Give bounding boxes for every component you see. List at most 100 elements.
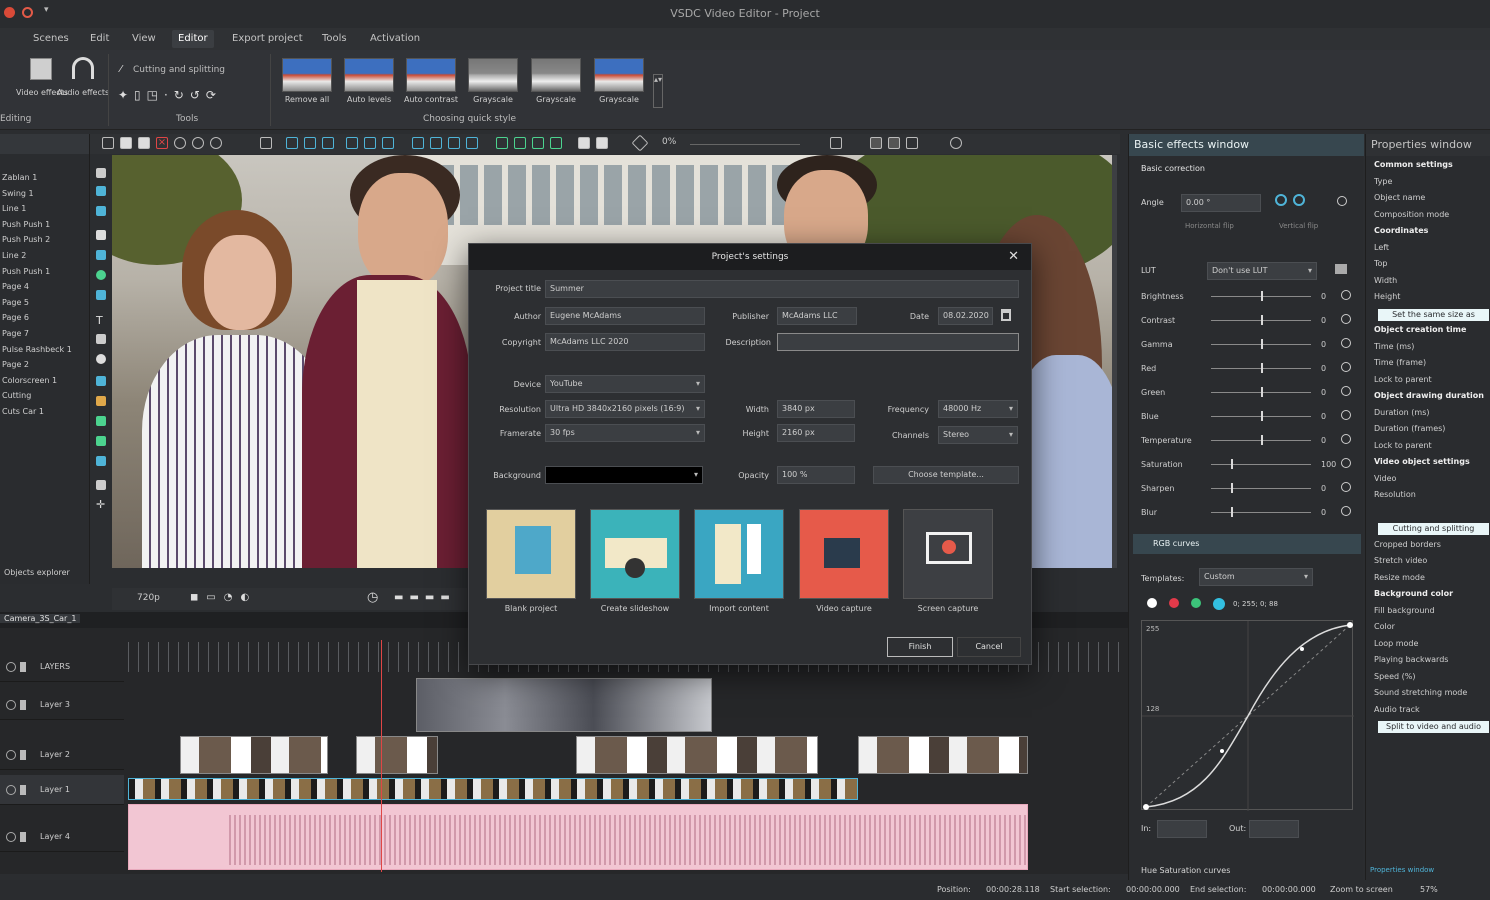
track-layer-4[interactable]: Layer 4 [0, 822, 124, 852]
object-item[interactable]: Pulse Rashbeck 1 [0, 342, 89, 358]
object-item[interactable]: Zablan 1 [0, 170, 89, 186]
property-section[interactable]: Coordinates [1374, 226, 1489, 241]
snap-icon[interactable] [830, 137, 842, 149]
rgb-curve-svg[interactable]: 255 128 [1142, 621, 1354, 811]
in-input[interactable] [1157, 820, 1207, 838]
red-channel-button[interactable] [1169, 598, 1179, 608]
object-item[interactable]: Push Push 1 [0, 264, 89, 280]
move-up-icon[interactable] [496, 137, 508, 149]
import-content-tile[interactable] [694, 509, 784, 599]
property-button[interactable]: Set the same size as [1378, 308, 1489, 321]
object-item[interactable]: Colorscreen 1 [0, 373, 89, 389]
animation-icon[interactable] [96, 396, 106, 406]
group-icon[interactable] [578, 137, 590, 149]
object-item[interactable]: Swing 1 [0, 186, 89, 202]
menu-scenes[interactable]: Scenes [33, 33, 69, 44]
view-mode-icon[interactable] [870, 137, 882, 149]
zoom-slider[interactable] [690, 144, 800, 145]
shape-icon[interactable] [96, 290, 106, 300]
frequency-dropdown[interactable]: 48000 Hz [938, 400, 1018, 418]
align-top-icon[interactable] [346, 137, 358, 149]
object-item[interactable]: Push Push 2 [0, 232, 89, 248]
playhead[interactable] [381, 640, 382, 872]
reset-icon[interactable] [1337, 196, 1347, 206]
opacity-input[interactable]: 100 % [777, 466, 855, 484]
quick-style-grayscale-2[interactable] [531, 58, 581, 92]
bring-front-icon[interactable] [532, 137, 544, 149]
quick-style-grayscale-1[interactable] [468, 58, 518, 92]
object-item[interactable]: Page 6 [0, 310, 89, 326]
author-input[interactable]: Eugene McAdams [545, 307, 705, 325]
rectangle-icon[interactable] [96, 250, 106, 260]
object-item[interactable]: Page 4 [0, 279, 89, 295]
close-icon[interactable]: ✕ [1008, 249, 1019, 264]
timeline-tab[interactable]: Camera_3S_Car_1 [0, 614, 81, 623]
move-icon[interactable]: ✛ [96, 498, 106, 511]
pointer-tool-icon[interactable] [102, 137, 114, 149]
property-section[interactable]: Background color [1374, 589, 1489, 604]
paste-icon[interactable] [138, 137, 150, 149]
property-row[interactable]: Lock to parent [1374, 375, 1489, 390]
blank-project-tile[interactable] [486, 509, 576, 599]
view-mode-2-icon[interactable] [888, 137, 900, 149]
temperature-row[interactable]: Temperature 0 [1141, 432, 1361, 450]
property-row[interactable]: Resolution [1374, 490, 1489, 505]
rotate-left-icon[interactable] [1275, 194, 1287, 206]
brightness-row[interactable]: Brightness 0 [1141, 288, 1361, 306]
property-row[interactable]: Duration (frames) [1374, 424, 1489, 439]
audio-clip-layer-4[interactable] [128, 804, 1028, 870]
vertical-flip-checkbox[interactable]: Vertical flip [1279, 222, 1318, 230]
property-row[interactable]: Height [1374, 292, 1489, 307]
green-row[interactable]: Green 0 [1141, 384, 1361, 402]
blur-row[interactable]: Blur 0 [1141, 504, 1361, 522]
framerate-dropdown[interactable]: 30 fps [545, 424, 705, 442]
select-tool-icon[interactable] [120, 137, 132, 149]
cutting-splitting-button[interactable]: Cutting and splitting [133, 65, 225, 75]
playback-controls[interactable]: ◼▭◔◐ [190, 592, 257, 603]
timer-icon[interactable]: ◷ [367, 590, 378, 605]
rgb-curves-section[interactable]: RGB curves [1133, 534, 1361, 554]
ellipse-icon[interactable] [96, 270, 106, 280]
menu-export-project[interactable]: Export project [232, 33, 303, 44]
audio-object-icon[interactable] [96, 206, 106, 216]
property-button[interactable]: Split to video and audio [1378, 721, 1489, 733]
size-v-icon[interactable] [466, 137, 478, 149]
property-row[interactable]: Cropped borders [1374, 540, 1489, 555]
red-row[interactable]: Red 0 [1141, 360, 1361, 378]
grid-icon[interactable] [260, 137, 272, 149]
track-layer-2[interactable]: Layer 2 [0, 740, 124, 770]
chart-icon[interactable] [96, 376, 106, 386]
object-item[interactable]: Line 1 [0, 201, 89, 217]
tools-icons-row[interactable]: ✦▯◳·↻↺⟳ [118, 88, 222, 102]
video-object-icon[interactable] [96, 186, 106, 196]
property-section[interactable]: Common settings [1374, 160, 1489, 175]
quick-style-auto-contrast[interactable] [406, 58, 456, 92]
quick-style-remove-all[interactable] [282, 58, 332, 92]
background-color-dropdown[interactable] [545, 466, 703, 484]
subtitle-icon[interactable] [96, 334, 106, 344]
transition-icon[interactable] [96, 436, 106, 446]
size-icon[interactable] [448, 137, 460, 149]
audio-effects-icon[interactable] [72, 57, 94, 79]
timeline-controls[interactable]: ▬▬▬▬ [394, 592, 456, 603]
video-clip-layer-2[interactable] [180, 736, 328, 774]
device-dropdown[interactable]: YouTube [545, 375, 705, 393]
channels-dropdown[interactable]: Stereo [938, 426, 1018, 444]
project-title-input[interactable]: Summer [545, 280, 1019, 298]
contrast-row[interactable]: Contrast 0 [1141, 312, 1361, 330]
property-row[interactable]: Audio track [1374, 705, 1489, 720]
sprite-icon[interactable] [96, 354, 106, 364]
date-input[interactable]: 08.02.2020 [938, 307, 993, 325]
align-bottom-icon[interactable] [382, 137, 394, 149]
move-down-icon[interactable] [514, 137, 526, 149]
property-row[interactable]: Speed (%) [1374, 672, 1489, 687]
hue-saturation-section[interactable]: Hue Saturation curves [1141, 866, 1230, 875]
video-clip-layer-2[interactable] [858, 736, 1028, 774]
properties-window-tab[interactable]: Properties window [1370, 866, 1434, 874]
align-left-icon[interactable] [286, 137, 298, 149]
copyright-input[interactable]: McAdams LLC 2020 [545, 333, 705, 351]
menu-edit[interactable]: Edit [90, 33, 109, 44]
cursor-icon[interactable] [96, 168, 106, 178]
track-layer-3[interactable]: Layer 3 [0, 690, 124, 720]
property-row[interactable]: Sound stretching mode [1374, 688, 1489, 703]
